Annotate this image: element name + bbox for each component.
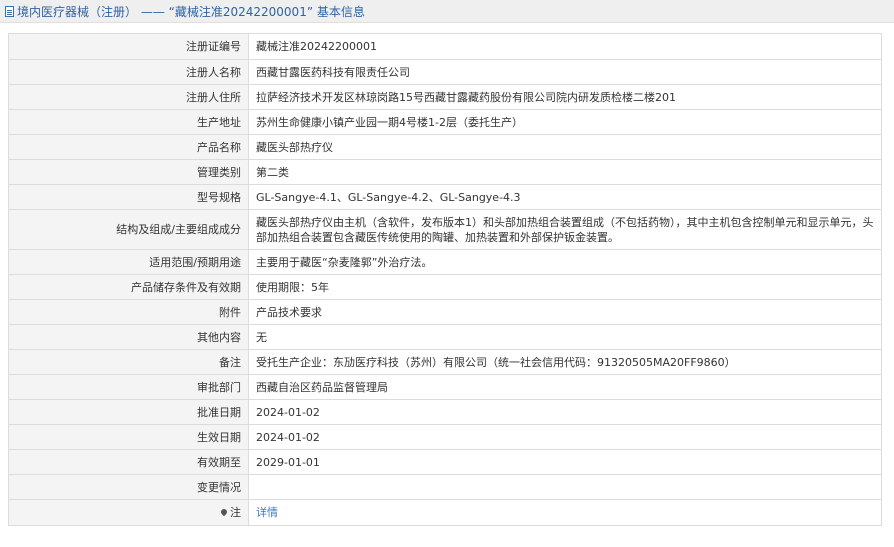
field-label: 产品储存条件及有效期 xyxy=(8,274,249,300)
table-row: 批准日期 2024-01-02 xyxy=(8,399,882,425)
details-link[interactable]: 详情 xyxy=(256,506,278,519)
table-row: 变更情况 xyxy=(8,474,882,500)
field-value: 主要用于藏医“杂麦隆郭”外治疗法。 xyxy=(248,249,882,275)
field-value: 受托生产企业：东劢医疗科技（苏州）有限公司（统一社会信用代码：91320505M… xyxy=(248,349,882,375)
field-value: 藏医头部热疗仪 xyxy=(248,134,882,160)
field-value: 西藏甘露医药科技有限责任公司 xyxy=(248,59,882,85)
pin-icon xyxy=(219,507,229,517)
field-value: GL-Sangye-4.1、GL-Sangye-4.2、GL-Sangye-4.… xyxy=(248,184,882,210)
field-label: 结构及组成/主要组成成分 xyxy=(8,209,249,250)
field-value: 藏械注准20242200001 xyxy=(248,33,882,60)
field-label: 有效期至 xyxy=(8,449,249,475)
field-label: 注册人名称 xyxy=(8,59,249,85)
page-header: 境内医疗器械（注册） —— “藏械注准20242200001” 基本信息 xyxy=(0,0,894,23)
table-row: 注册人住所 拉萨经济技术开发区林琼岗路15号西藏甘露藏药股份有限公司院内研发质检… xyxy=(8,84,882,110)
table-row: 产品储存条件及有效期 使用期限：5年 xyxy=(8,274,882,300)
field-label: 注册证编号 xyxy=(8,33,249,60)
table-row: 生产地址 苏州生命健康小镇产业园一期4号楼1-2层（委托生产） xyxy=(8,109,882,135)
field-label: 生效日期 xyxy=(8,424,249,450)
field-value: 产品技术要求 xyxy=(248,299,882,325)
field-label: 批准日期 xyxy=(8,399,249,425)
table-row: 产品名称 藏医头部热疗仪 xyxy=(8,134,882,160)
field-value xyxy=(248,474,882,500)
table-row: 适用范围/预期用途 主要用于藏医“杂麦隆郭”外治疗法。 xyxy=(8,249,882,275)
field-value: 第二类 xyxy=(248,159,882,185)
table-row: 型号规格 GL-Sangye-4.1、GL-Sangye-4.2、GL-Sang… xyxy=(8,184,882,210)
field-label: 适用范围/预期用途 xyxy=(8,249,249,275)
table-row: 附件 产品技术要求 xyxy=(8,299,882,325)
info-table: 注册证编号 藏械注准20242200001 注册人名称 西藏甘露医药科技有限责任… xyxy=(8,33,882,526)
field-value: 苏州生命健康小镇产业园一期4号楼1-2层（委托生产） xyxy=(248,109,882,135)
field-value: 西藏自治区药品监督管理局 xyxy=(248,374,882,400)
page-title: 境内医疗器械（注册） —— “藏械注准20242200001” 基本信息 xyxy=(17,4,365,19)
field-label: 变更情况 xyxy=(8,474,249,500)
field-value: 2029-01-01 xyxy=(248,449,882,475)
table-row: 备注 受托生产企业：东劢医疗科技（苏州）有限公司（统一社会信用代码：913205… xyxy=(8,349,882,375)
field-label: 型号规格 xyxy=(8,184,249,210)
field-value: 无 xyxy=(248,324,882,350)
field-label: 生产地址 xyxy=(8,109,249,135)
field-value: 藏医头部热疗仪由主机（含软件，发布版本1）和头部加热组合装置组成（不包括药物），… xyxy=(248,209,882,250)
field-label: 其他内容 xyxy=(8,324,249,350)
table-row: 生效日期 2024-01-02 xyxy=(8,424,882,450)
field-label: 产品名称 xyxy=(8,134,249,160)
note-value-cell: 详情 xyxy=(248,499,882,526)
note-label: 注 xyxy=(230,506,241,519)
table-row: 管理类别 第二类 xyxy=(8,159,882,185)
field-value: 2024-01-02 xyxy=(248,399,882,425)
field-value: 使用期限：5年 xyxy=(248,274,882,300)
note-label-cell: 注 xyxy=(8,499,249,526)
field-label: 附件 xyxy=(8,299,249,325)
field-label: 注册人住所 xyxy=(8,84,249,110)
field-value: 2024-01-02 xyxy=(248,424,882,450)
note-row: 注 详情 xyxy=(8,499,882,526)
table-row: 注册人名称 西藏甘露医药科技有限责任公司 xyxy=(8,59,882,85)
table-row: 结构及组成/主要组成成分 藏医头部热疗仪由主机（含软件，发布版本1）和头部加热组… xyxy=(8,209,882,250)
field-label: 备注 xyxy=(8,349,249,375)
document-icon xyxy=(5,5,14,17)
table-row: 有效期至 2029-01-01 xyxy=(8,449,882,475)
table-row: 其他内容 无 xyxy=(8,324,882,350)
table-row: 审批部门 西藏自治区药品监督管理局 xyxy=(8,374,882,400)
field-value: 拉萨经济技术开发区林琼岗路15号西藏甘露藏药股份有限公司院内研发质检楼二楼201 xyxy=(248,84,882,110)
table-row: 注册证编号 藏械注准20242200001 xyxy=(8,33,882,60)
field-label: 审批部门 xyxy=(8,374,249,400)
field-label: 管理类别 xyxy=(8,159,249,185)
